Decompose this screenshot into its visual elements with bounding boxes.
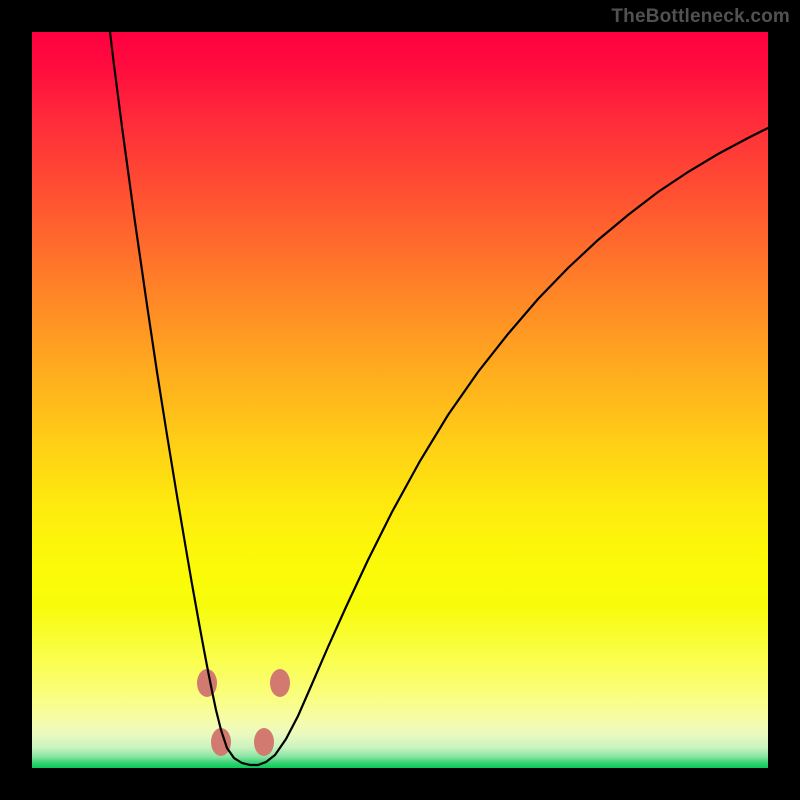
chart-svg xyxy=(32,32,768,768)
marker-right-lower xyxy=(254,728,274,756)
plot-area xyxy=(32,32,768,768)
watermark-text: TheBottleneck.com xyxy=(611,6,790,28)
chart-frame: TheBottleneck.com xyxy=(0,0,800,800)
marker-left-upper xyxy=(197,669,217,697)
marker-right-upper xyxy=(270,669,290,697)
v-curve xyxy=(110,32,768,765)
